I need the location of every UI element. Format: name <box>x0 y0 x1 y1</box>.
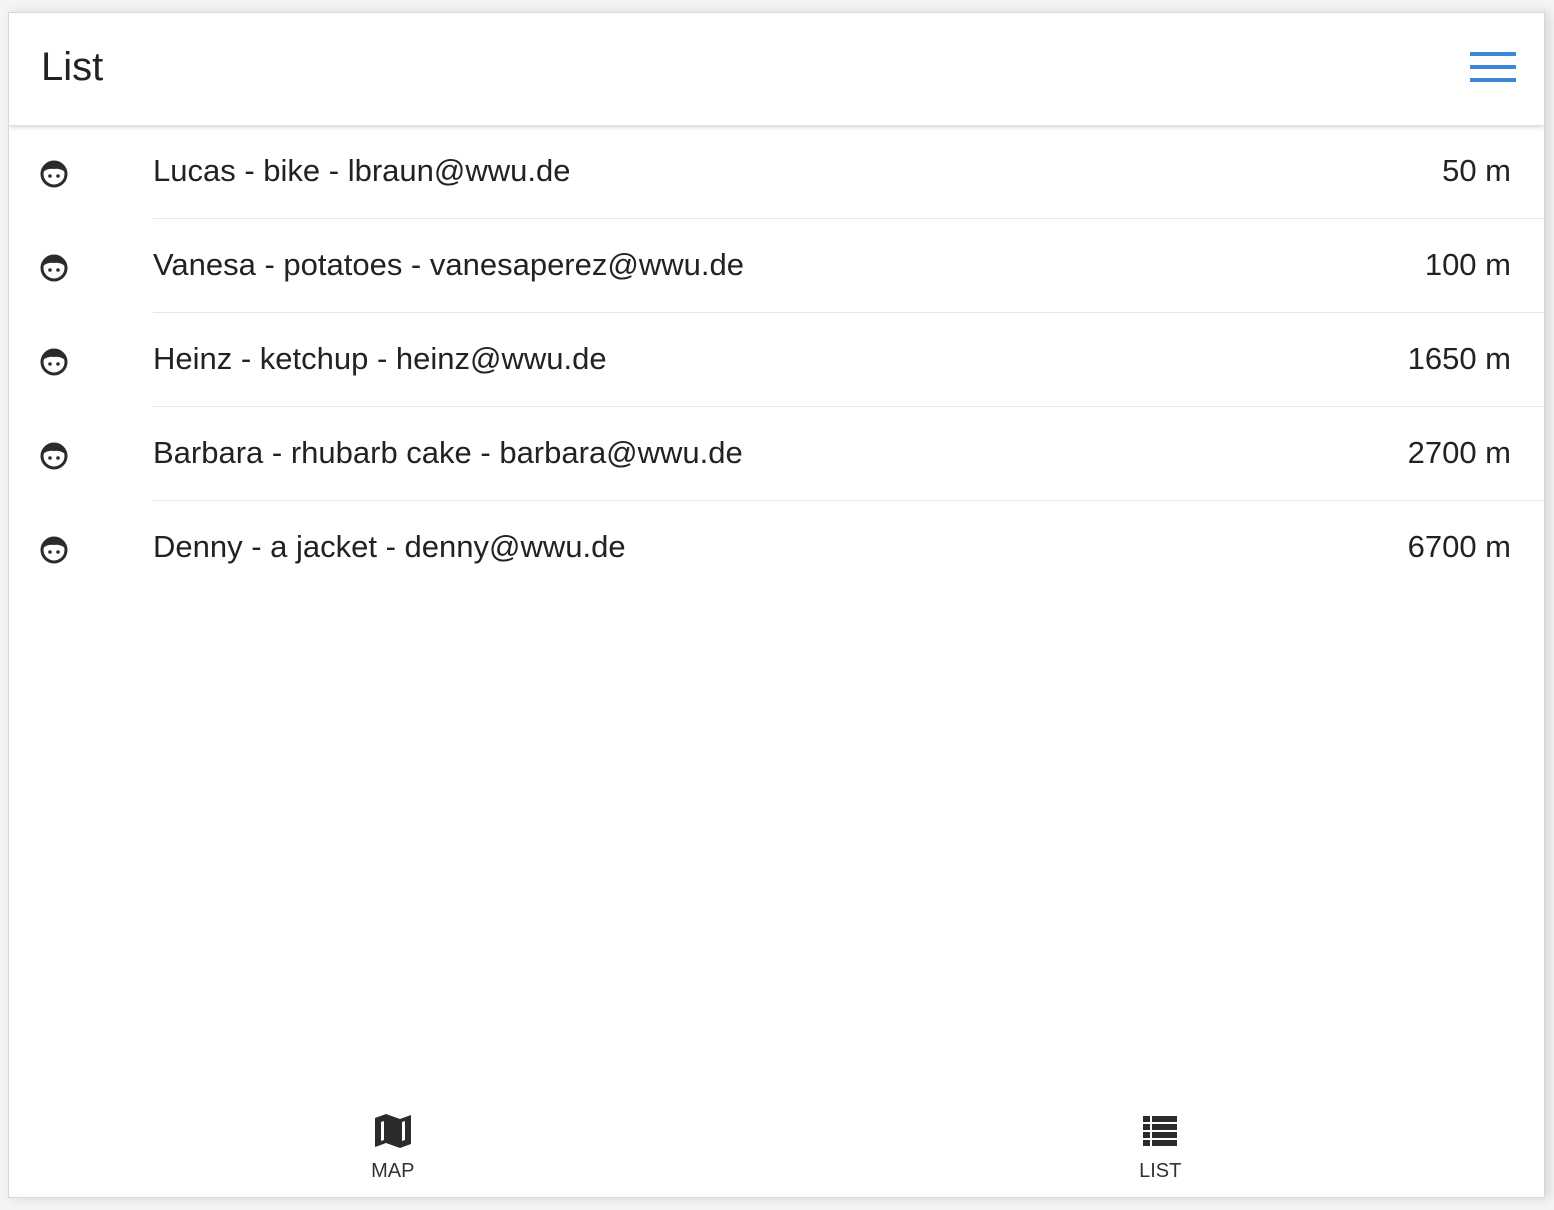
list-item-distance: 100 m <box>1424 247 1511 282</box>
list-item-label: Barbara - rhubarb cake - barbara@wwu.de <box>153 435 743 470</box>
map-icon <box>374 1114 411 1148</box>
app-window: List Lucas - bike - lbraun@wwu.de 50 m V… <box>8 12 1545 1198</box>
page-title: List <box>41 45 104 89</box>
list-icon <box>1143 1116 1178 1146</box>
list-item[interactable]: Lucas - bike - lbraun@wwu.de 50 m <box>9 125 1544 219</box>
tab-list[interactable]: LIST <box>777 1101 1545 1197</box>
person-face-icon <box>40 254 68 282</box>
tab-list-label: LIST <box>1139 1160 1182 1182</box>
bottom-tab-bar: MAP LIST <box>9 1101 1544 1197</box>
list-item-distance: 2700 m <box>1407 435 1511 470</box>
header-bar: List <box>9 13 1544 125</box>
list-item-label: Vanesa - potatoes - vanesaperez@wwu.de <box>153 247 744 282</box>
menu-button[interactable] <box>1468 47 1518 87</box>
list-item-distance: 50 m <box>1442 153 1511 188</box>
person-face-icon <box>40 536 68 564</box>
list-item-distance: 1650 m <box>1407 341 1511 376</box>
tab-map[interactable]: MAP <box>9 1101 777 1197</box>
tab-map-label: MAP <box>371 1160 415 1182</box>
list-item-label: Heinz - ketchup - heinz@wwu.de <box>153 341 607 376</box>
person-face-icon <box>40 348 68 376</box>
list-item[interactable]: Barbara - rhubarb cake - barbara@wwu.de … <box>9 407 1544 501</box>
person-face-icon <box>40 442 68 470</box>
people-list: Lucas - bike - lbraun@wwu.de 50 m Vanesa… <box>9 125 1544 595</box>
hamburger-menu-icon <box>1470 52 1516 82</box>
list-item[interactable]: Vanesa - potatoes - vanesaperez@wwu.de 1… <box>9 219 1544 313</box>
list-item-label: Lucas - bike - lbraun@wwu.de <box>153 153 571 188</box>
list-item-distance: 6700 m <box>1407 529 1511 564</box>
list-item[interactable]: Heinz - ketchup - heinz@wwu.de 1650 m <box>9 313 1544 407</box>
list-item[interactable]: Denny - a jacket - denny@wwu.de 6700 m <box>9 501 1544 595</box>
person-face-icon <box>40 160 68 188</box>
list-item-label: Denny - a jacket - denny@wwu.de <box>153 529 626 564</box>
